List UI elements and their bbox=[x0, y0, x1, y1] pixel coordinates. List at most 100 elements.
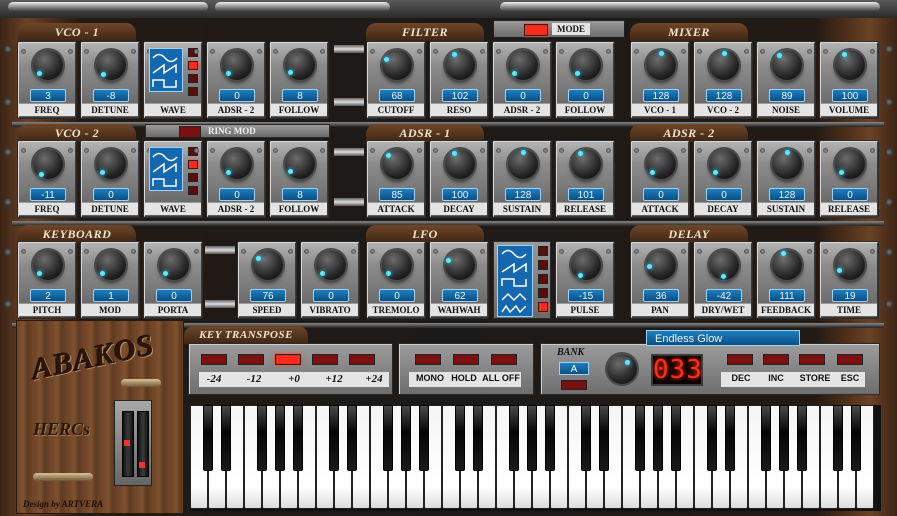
adsr-2-knob[interactable] bbox=[222, 149, 252, 179]
black-key[interactable] bbox=[329, 405, 339, 471]
vco-1-knob[interactable] bbox=[646, 50, 676, 80]
transpose-led[interactable] bbox=[275, 354, 301, 365]
lfo-wave-led[interactable] bbox=[538, 260, 548, 270]
black-key[interactable] bbox=[455, 405, 465, 471]
feedback-knob[interactable] bbox=[772, 250, 802, 280]
lfo-wave-display[interactable] bbox=[497, 245, 533, 317]
black-key[interactable] bbox=[797, 405, 807, 471]
attack-knob[interactable] bbox=[382, 149, 412, 179]
release-knob[interactable] bbox=[835, 149, 865, 179]
pitch-wheel[interactable] bbox=[122, 411, 134, 477]
black-key[interactable] bbox=[401, 405, 411, 471]
wave-led[interactable] bbox=[188, 61, 198, 70]
follow-knob[interactable] bbox=[285, 149, 315, 179]
black-key[interactable] bbox=[527, 405, 537, 471]
black-key[interactable] bbox=[653, 405, 663, 471]
black-key[interactable] bbox=[275, 405, 285, 471]
bank-led[interactable] bbox=[561, 380, 587, 390]
black-key[interactable] bbox=[599, 405, 609, 471]
lfo-wave-led[interactable] bbox=[538, 288, 548, 298]
transpose-led[interactable] bbox=[238, 354, 264, 365]
freq-knob[interactable] bbox=[33, 50, 63, 80]
attack-knob[interactable] bbox=[646, 149, 676, 179]
piano-keyboard[interactable] bbox=[190, 405, 881, 511]
transpose-led[interactable] bbox=[312, 354, 338, 365]
pulse-knob[interactable] bbox=[571, 250, 601, 280]
cutoff-knob[interactable] bbox=[382, 50, 412, 80]
sustain-knob[interactable] bbox=[772, 149, 802, 179]
black-key[interactable] bbox=[581, 405, 591, 471]
lfo-wave-led[interactable] bbox=[538, 246, 548, 256]
porta-knob[interactable] bbox=[159, 250, 189, 280]
time-knob[interactable] bbox=[835, 250, 865, 280]
hold-led[interactable] bbox=[453, 354, 479, 365]
ring-mod-switch[interactable]: RING MOD bbox=[145, 124, 330, 138]
dry-wet-knob[interactable] bbox=[709, 250, 739, 280]
black-key[interactable] bbox=[203, 405, 213, 471]
black-key[interactable] bbox=[509, 405, 519, 471]
black-key[interactable] bbox=[419, 405, 429, 471]
adsr-2-knob[interactable] bbox=[508, 50, 538, 80]
bank-select-button[interactable]: A bbox=[559, 362, 589, 375]
wahwah-knob[interactable] bbox=[445, 250, 475, 280]
lfo-wave-selector[interactable] bbox=[493, 241, 551, 319]
lfo-wave-led[interactable] bbox=[538, 274, 548, 284]
wave-display[interactable] bbox=[149, 48, 183, 92]
black-key[interactable] bbox=[221, 405, 231, 471]
sustain-knob[interactable] bbox=[508, 149, 538, 179]
release-knob[interactable] bbox=[571, 149, 601, 179]
detune-knob[interactable] bbox=[96, 149, 126, 179]
wave-led[interactable] bbox=[188, 160, 198, 169]
pitch-knob[interactable] bbox=[33, 250, 63, 280]
black-key[interactable] bbox=[671, 405, 681, 471]
black-key[interactable] bbox=[383, 405, 393, 471]
store-led[interactable] bbox=[799, 354, 825, 365]
inc-led[interactable] bbox=[763, 354, 789, 365]
mod-knob[interactable] bbox=[96, 250, 126, 280]
black-key[interactable] bbox=[473, 405, 483, 471]
speed-knob[interactable] bbox=[253, 250, 283, 280]
noise-knob[interactable] bbox=[772, 50, 802, 80]
transpose-led[interactable] bbox=[201, 354, 227, 365]
mode-led[interactable] bbox=[524, 24, 548, 36]
mod-wheel[interactable] bbox=[137, 411, 149, 477]
wave-led[interactable] bbox=[188, 48, 198, 57]
wave-led[interactable] bbox=[188, 173, 198, 182]
black-key[interactable] bbox=[707, 405, 717, 471]
black-key[interactable] bbox=[851, 405, 861, 471]
reso-knob[interactable] bbox=[445, 50, 475, 80]
black-key[interactable] bbox=[833, 405, 843, 471]
black-key[interactable] bbox=[635, 405, 645, 471]
dec-led[interactable] bbox=[727, 354, 753, 365]
mode-switch[interactable]: MODE bbox=[493, 20, 625, 38]
black-key[interactable] bbox=[545, 405, 555, 471]
black-key[interactable] bbox=[293, 405, 303, 471]
black-key[interactable] bbox=[725, 405, 735, 471]
black-key[interactable] bbox=[347, 405, 357, 471]
esc-led[interactable] bbox=[837, 354, 863, 365]
adsr-2-knob[interactable] bbox=[222, 50, 252, 80]
decay-knob[interactable] bbox=[709, 149, 739, 179]
follow-knob[interactable] bbox=[571, 50, 601, 80]
wave-display[interactable] bbox=[149, 147, 183, 191]
wave-led[interactable] bbox=[188, 186, 198, 195]
detune-knob[interactable] bbox=[96, 50, 126, 80]
tremolo-knob[interactable] bbox=[382, 250, 412, 280]
patch-select-knob[interactable] bbox=[607, 354, 637, 384]
decay-knob[interactable] bbox=[445, 149, 475, 179]
follow-knob[interactable] bbox=[285, 50, 315, 80]
ring-mod-led[interactable] bbox=[179, 126, 201, 138]
wave-led[interactable] bbox=[188, 147, 198, 156]
mono-led[interactable] bbox=[415, 354, 441, 365]
volume-knob[interactable] bbox=[835, 50, 865, 80]
transpose-led[interactable] bbox=[349, 354, 375, 365]
pan-knob[interactable] bbox=[646, 250, 676, 280]
all-off-led[interactable] bbox=[491, 354, 517, 365]
vibrato-knob[interactable] bbox=[316, 250, 346, 280]
vco-2-knob[interactable] bbox=[709, 50, 739, 80]
black-key[interactable] bbox=[257, 405, 267, 471]
freq-knob[interactable] bbox=[33, 149, 63, 179]
wave-led[interactable] bbox=[188, 74, 198, 83]
lfo-wave-led[interactable] bbox=[538, 302, 548, 312]
wave-led[interactable] bbox=[188, 87, 198, 96]
